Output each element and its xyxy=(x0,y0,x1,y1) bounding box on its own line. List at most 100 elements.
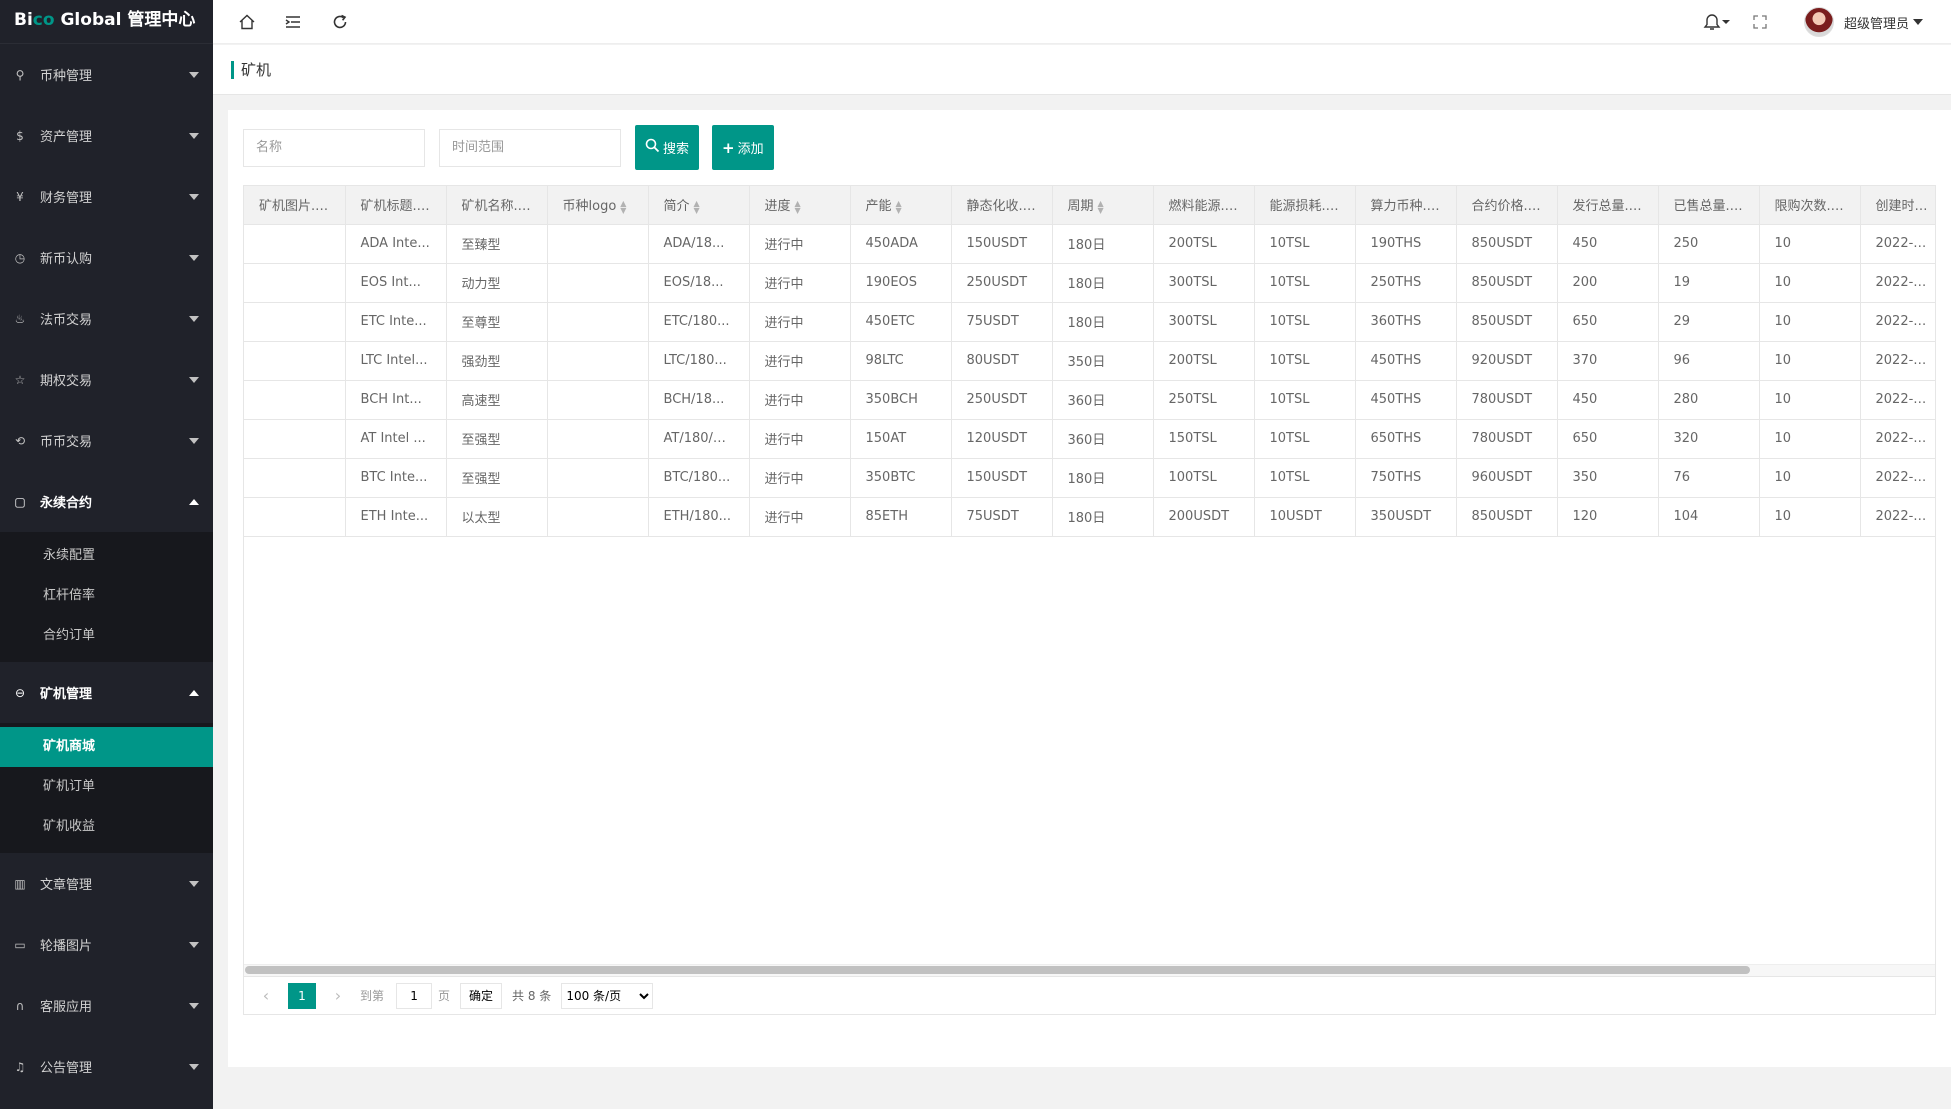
column-header[interactable]: 静态化收... ▲ ▼ xyxy=(951,186,1053,225)
sidebar-item-support[interactable]: ∩ 客服应用 xyxy=(0,975,213,1036)
fullscreen-icon[interactable] xyxy=(1748,10,1772,34)
column-header[interactable]: 创建时间... xyxy=(1860,186,1935,225)
prev-page-icon[interactable]: ‹ xyxy=(256,986,276,1005)
table-cell: 370 xyxy=(1557,341,1659,381)
top-header: 超级管理员 xyxy=(213,0,1951,44)
table-cell: ETC Inte... xyxy=(345,302,447,342)
table-cell: 450 xyxy=(1557,380,1659,420)
add-button-label: 添加 xyxy=(737,142,764,157)
search-button[interactable]: 搜索 xyxy=(635,125,700,170)
table-cell: 2022-07... xyxy=(1860,497,1935,537)
sidebar-item-subscription[interactable]: ◷ 新币认购 xyxy=(0,227,213,288)
sort-icon[interactable]: ▲ ▼ xyxy=(795,199,801,214)
sort-icon[interactable]: ▲ ▼ xyxy=(327,199,333,214)
page-size-select[interactable]: 100 条/页 xyxy=(561,982,654,1009)
sidebar-subitem-mining-orders[interactable]: 矿机订单 xyxy=(0,767,213,807)
table-row[interactable]: BCH Int... 高速型 BCH/18... 进行中 350BCH 250USDT 36… xyxy=(244,380,1935,420)
brand-rest: Global 管理中心 xyxy=(54,10,196,30)
column-header[interactable]: 发行总量... ▲ ▼ xyxy=(1557,186,1659,225)
table-cell: 450THS xyxy=(1355,341,1457,381)
table-cell: 250TSL xyxy=(1153,380,1255,420)
column-header[interactable]: 币种logo ▲ ▼ xyxy=(547,186,649,225)
sidebar-subitem-perpetual-config[interactable]: 永续配置 xyxy=(0,536,213,576)
sidebar: Bico Global 管理中心 ⚲ 币种管理 $ 资产管理 ¥ 财务管理 ◷ … xyxy=(0,0,213,1109)
sidebar-subitem-mining-store[interactable]: 矿机商城 xyxy=(0,727,213,767)
table-cell: 19 xyxy=(1658,263,1760,303)
sidebar-item-fiat[interactable]: ♨ 法币交易 xyxy=(0,288,213,349)
table-cell: 250USDT xyxy=(951,263,1053,303)
table-row[interactable]: EOS Int... 动力型 EOS/18... 进行中 190EOS 250USDT 18… xyxy=(244,263,1935,303)
table-row[interactable]: AT Intel ... 至强型 AT/180/3... 进行中 150AT 120USD… xyxy=(244,419,1935,459)
table-cell: 300TSL xyxy=(1153,302,1255,342)
sidebar-subitem-mining-income[interactable]: 矿机收益 xyxy=(0,807,213,847)
sidebar-item-finance[interactable]: ¥ 财务管理 xyxy=(0,166,213,227)
page-number-current[interactable]: 1 xyxy=(288,982,316,1009)
table-cell: 2022-08... xyxy=(1860,380,1935,420)
table-cell xyxy=(547,497,649,537)
column-header[interactable]: 矿机名称... ▲ ▼ xyxy=(446,186,548,225)
sidebar-item-perpetual[interactable]: ▢ 永续合约 xyxy=(0,471,213,532)
table-row[interactable]: BTC Inte... 至强型 BTC/180... 进行中 350BTC 150USDT… xyxy=(244,458,1935,498)
column-header[interactable]: 进度 ▲ ▼ xyxy=(749,186,851,225)
menu-toggle-icon[interactable] xyxy=(281,10,305,34)
table-cell xyxy=(547,224,649,264)
name-input[interactable] xyxy=(243,128,425,167)
home-icon[interactable] xyxy=(235,10,259,34)
sort-icon[interactable]: ▲ ▼ xyxy=(694,199,700,214)
chevron-down-icon xyxy=(189,254,199,261)
sidebar-item-currency[interactable]: ⚲ 币种管理 xyxy=(0,44,213,105)
column-header[interactable]: 能源损耗... ▲ ▼ xyxy=(1254,186,1356,225)
column-header[interactable]: 简介 ▲ ▼ xyxy=(648,186,750,225)
table-cell: ADA/18... xyxy=(648,224,750,264)
time-range-input[interactable] xyxy=(439,128,621,167)
sidebar-item-carousel[interactable]: ▭ 轮播图片 xyxy=(0,914,213,975)
goto-page-input[interactable] xyxy=(396,982,433,1009)
column-header[interactable]: 已售总量... ▲ ▼ xyxy=(1658,186,1760,225)
column-header[interactable]: 算力币种... ▲ ▼ xyxy=(1355,186,1457,225)
table-cell: 250USDT xyxy=(951,380,1053,420)
sidebar-item-label: 财务管理 xyxy=(40,191,93,206)
table-cell: 10TSL xyxy=(1254,458,1356,498)
column-header[interactable]: 周期 ▲ ▼ xyxy=(1052,186,1154,225)
sidebar-item-options[interactable]: ☆ 期权交易 xyxy=(0,349,213,410)
table-row[interactable]: ETH Inte... 以太型 ETH/180... 进行中 85ETH 75USDT 18… xyxy=(244,497,1935,537)
table-cell: 进行中 xyxy=(749,302,851,342)
add-button[interactable]: + 添加 xyxy=(712,125,774,170)
refresh-icon[interactable] xyxy=(328,10,352,34)
user-menu[interactable]: 超级管理员 xyxy=(1803,7,1923,37)
table-cell: 450ETC xyxy=(850,302,952,342)
goto-confirm-button[interactable]: 确定 xyxy=(460,982,503,1009)
sidebar-item-spot[interactable]: ⟲ 币币交易 xyxy=(0,410,213,471)
sidebar-item-announcements[interactable]: ♫ 公告管理 xyxy=(0,1036,213,1097)
horizontal-scrollbar[interactable] xyxy=(245,966,1750,974)
column-header[interactable]: 燃料能源... ▲ ▼ xyxy=(1153,186,1255,225)
column-header[interactable]: 限购次数... ▲ ▼ xyxy=(1759,186,1861,225)
sidebar-item-articles[interactable]: ▥ 文章管理 xyxy=(0,853,213,914)
table-row[interactable]: LTC Intel... 强劲型 LTC/180... 进行中 98LTC 80USDT 3… xyxy=(244,341,1935,381)
table-cell: AT Intel ... xyxy=(345,419,447,459)
sidebar-subitem-contract-orders[interactable]: 合约订单 xyxy=(0,616,213,656)
sort-icon[interactable]: ▲ ▼ xyxy=(620,199,626,214)
column-header[interactable]: 矿机图片... ▲ ▼ xyxy=(244,186,346,225)
column-header-label: 矿机图片... xyxy=(259,199,324,215)
column-header[interactable]: 合约价格... ▲ ▼ xyxy=(1456,186,1558,225)
column-header[interactable]: 产能 ▲ ▼ xyxy=(850,186,952,225)
column-header[interactable]: 矿机标题... ▲ ▼ xyxy=(345,186,447,225)
table-cell: ETC/180... xyxy=(648,302,750,342)
table-cell: 850USDT xyxy=(1456,263,1558,303)
table-row[interactable]: ETC Inte... 至尊型 ETC/180... 进行中 450ETC 75USDT 1… xyxy=(244,302,1935,342)
table-row[interactable]: ADA Inte... 至臻型 ADA/18... 进行中 450ADA 150USDT 1… xyxy=(244,224,1935,264)
sidebar-item-mining[interactable]: ⊖ 矿机管理 xyxy=(0,662,213,723)
headset-icon: ∩ xyxy=(15,998,25,1013)
table-cell: 150USDT xyxy=(951,458,1053,498)
image-icon: ▭ xyxy=(14,937,26,952)
chevron-down-icon xyxy=(189,71,199,78)
notification-bell-icon[interactable] xyxy=(1698,10,1734,34)
sort-icon[interactable]: ▲ ▼ xyxy=(896,199,902,214)
table-cell: 10 xyxy=(1759,263,1861,303)
sidebar-item-assets[interactable]: $ 资产管理 xyxy=(0,105,213,166)
column-header-label: 币种logo xyxy=(562,199,617,215)
next-page-icon[interactable]: › xyxy=(328,986,348,1005)
sort-icon[interactable]: ▲ ▼ xyxy=(1098,199,1104,214)
sidebar-subitem-leverage[interactable]: 杠杆倍率 xyxy=(0,576,213,616)
